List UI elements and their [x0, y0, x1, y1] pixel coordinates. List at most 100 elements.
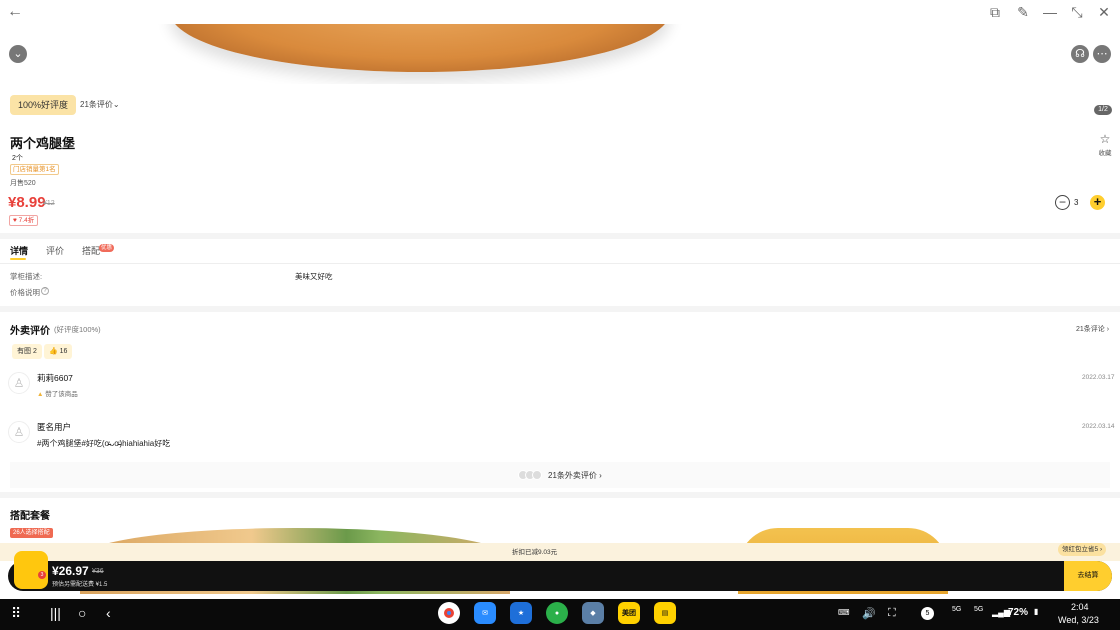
mail-icon[interactable]: ✉	[474, 602, 496, 624]
discount-badge: ♥ 7.4折	[9, 215, 39, 226]
all-reviews-label: 21条评论	[1076, 326, 1105, 333]
reviews-link[interactable]: 21条评价⌄	[80, 99, 120, 110]
avatar: ♙	[8, 372, 30, 394]
chevron-down-icon: ⌄	[112, 100, 120, 109]
more-icon[interactable]: ⋯	[1093, 45, 1111, 63]
tab-details[interactable]: 详情	[10, 244, 28, 257]
rating-badge: 100%好评度	[10, 95, 77, 115]
notification-count: 5	[921, 607, 934, 620]
close-icon[interactable]: ✕	[1095, 3, 1113, 21]
review-date: 2022.03.17	[1082, 374, 1115, 381]
tab-combos-badge: 优惠	[99, 244, 115, 252]
cart-original-total: ¥36	[92, 568, 104, 575]
increase-quantity-button[interactable]: +	[1090, 195, 1105, 210]
tag-icon: ♥	[13, 217, 17, 224]
avatar: ♙	[8, 421, 30, 443]
cart-quantity: 3	[1074, 198, 1079, 207]
network-type: 5G	[974, 606, 984, 613]
customer-service-icon[interactable]: ☊	[1071, 45, 1089, 63]
promo-bar	[0, 543, 1120, 561]
chevron-down-icon[interactable]: ⌄	[9, 45, 27, 63]
screenshot-icon[interactable]: ⛶	[888, 607, 896, 620]
review-text: #两个鸡腿堡#好吃(ơ̴̴̴̴ᴗơ̴̴̴̴)hiahiahia好吃	[37, 439, 171, 448]
image-page-indicator: 1/2	[1094, 105, 1112, 115]
checkout-button[interactable]: 去结算	[1064, 561, 1112, 591]
section-divider	[0, 492, 1120, 498]
rank-badge: 门店销量第1名	[10, 164, 59, 175]
product-price: ¥8.99	[8, 194, 46, 211]
popup-icon[interactable]: ⧉	[986, 3, 1004, 21]
chrome-icon[interactable]	[438, 602, 460, 624]
minimize-icon[interactable]: —	[1041, 3, 1059, 21]
review-note: ▲ 赞了该商品	[37, 388, 78, 398]
description-label: 掌柜描述:	[10, 272, 43, 281]
wechat-icon[interactable]: ●	[546, 602, 568, 624]
help-icon[interactable]: ?	[41, 287, 49, 295]
reviews-link-label: 21条评价	[80, 100, 113, 109]
clock-time: 2:04	[1071, 602, 1089, 612]
shopping-bag-icon[interactable]	[14, 551, 48, 589]
combos-title: 搭配套餐	[10, 511, 50, 522]
more-reviews-label: 21条外卖评价	[548, 471, 597, 480]
battery-icon: ▮	[1034, 607, 1039, 616]
product-hero-image	[0, 24, 1120, 84]
system-navbar: ⠿ ||| ○ ‹ ✉ ★ ● ◆ 美团 ▤ ⌨ 🔊 ⛶ 5 5G 5G ▂▄▆…	[0, 599, 1120, 630]
cart-bar[interactable]	[8, 561, 1112, 591]
note-app-icon[interactable]: ▤	[654, 602, 676, 624]
meituan-icon[interactable]: 美团	[618, 602, 640, 624]
star-app-icon[interactable]: ★	[510, 602, 532, 624]
more-reviews-link[interactable]: 21条外卖评价 ›	[548, 470, 602, 481]
reviews-subtitle: (好评度100%)	[54, 325, 101, 334]
promo-text: 折扣已减9.03元	[512, 549, 558, 556]
tab-combos[interactable]: 搭配	[82, 244, 100, 257]
arrow-left-icon[interactable]: ←	[6, 3, 24, 21]
description-value: 美味又好吃	[295, 272, 333, 281]
bird-app-icon[interactable]: ◆	[582, 602, 604, 624]
battery-level: 72%	[1008, 607, 1029, 618]
recent-apps-icon[interactable]: |||	[50, 605, 61, 621]
review-date: 2022.03.14	[1082, 423, 1115, 430]
filter-with-photos[interactable]: 有图 2	[12, 344, 42, 359]
product-name: 两个鸡腿堡	[10, 136, 76, 151]
pin-icon[interactable]: ✎	[1014, 3, 1032, 21]
reviews-title: 外卖评价	[10, 326, 50, 337]
monthly-sales: 月售520	[10, 180, 36, 187]
favorite-label[interactable]: 收藏	[1096, 147, 1114, 157]
section-divider	[0, 233, 1120, 239]
discount-label: 7.4折	[18, 217, 35, 224]
star-icon[interactable]: ☆	[1096, 132, 1114, 146]
chevron-right-icon: ›	[599, 471, 602, 480]
reviewer-avatars	[518, 470, 544, 480]
app-grid-icon[interactable]: ⠿	[11, 605, 21, 622]
volume-icon[interactable]: 🔊	[862, 607, 876, 620]
chevron-right-icon: ›	[1106, 326, 1110, 333]
tab-divider	[0, 263, 1120, 264]
network-type: 5G	[952, 606, 962, 613]
cart-count-badge: 3	[38, 571, 46, 579]
combos-tag: 26人选择搭配	[10, 528, 53, 538]
red-packet-label: 领红包立省5	[1062, 546, 1099, 553]
avatar	[532, 470, 542, 480]
chevron-right-icon: ›	[1099, 546, 1103, 553]
review-username: 匿名用户	[37, 422, 72, 432]
filter-likes[interactable]: 👍 16	[44, 344, 73, 359]
burger-image	[170, 24, 670, 72]
clock-date: Wed, 3/23	[1058, 615, 1099, 625]
user-icon: ♙	[13, 376, 25, 390]
delivery-fee: 预估另需配送费 ¥1.5	[52, 582, 108, 588]
all-reviews-link[interactable]: 21条评论 ›	[1076, 324, 1109, 334]
keyboard-icon[interactable]: ⌨	[838, 608, 850, 617]
window-titlebar: ← ⧉ ✎ — ⤡ ✕	[0, 0, 1120, 24]
thumbs-up-icon: ▲	[37, 391, 44, 398]
user-icon: ♙	[13, 425, 25, 439]
tab-reviews[interactable]: 评价	[46, 244, 64, 257]
tab-active-indicator	[10, 258, 26, 260]
red-packet-button[interactable]: 领红包立省5 ›	[1058, 543, 1107, 556]
review-username: 莉莉6607	[37, 373, 73, 383]
decrease-quantity-button[interactable]: −	[1055, 195, 1070, 210]
section-divider	[0, 306, 1120, 312]
home-icon[interactable]: ○	[78, 605, 86, 621]
back-icon[interactable]: ‹	[106, 605, 111, 621]
original-price: ¥12	[43, 200, 55, 207]
shrink-icon[interactable]: ⤡	[1068, 3, 1086, 21]
